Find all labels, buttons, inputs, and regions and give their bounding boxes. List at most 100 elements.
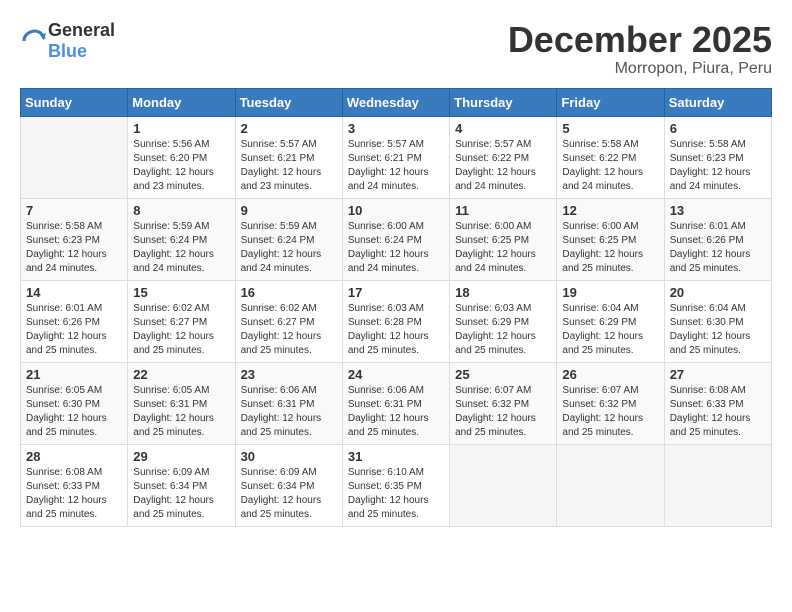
calendar-week-row: 14Sunrise: 6:01 AMSunset: 6:26 PMDayligh… (21, 280, 772, 362)
weekday-header-cell: Tuesday (235, 88, 342, 116)
day-info: Sunrise: 6:02 AMSunset: 6:27 PMDaylight:… (241, 302, 337, 358)
day-info: Sunrise: 5:58 AMSunset: 6:23 PMDaylight:… (670, 138, 766, 194)
calendar-day-cell: 7Sunrise: 5:58 AMSunset: 6:23 PMDaylight… (21, 198, 128, 280)
day-number: 26 (562, 367, 658, 382)
calendar-day-cell: 19 Sunrise: 6:04 AMSunset: 6:29 PMDayligh… (557, 280, 664, 362)
day-info: Sunrise: 6:00 AMSunset: 6:24 PMDaylight:… (348, 220, 444, 276)
day-number: 17 (348, 285, 444, 300)
weekday-header-cell: Monday (128, 88, 235, 116)
calendar-table: SundayMondayTuesdayWednesdayThursdayFrid… (20, 88, 772, 527)
day-number: 27 (670, 367, 766, 382)
day-info: Sunrise: 5:57 AMSunset: 6:22 PMDaylight:… (455, 138, 551, 194)
day-info: Sunrise: 6:01 AMSunset: 6:26 PMDaylight:… (670, 220, 766, 276)
day-number: 8 (133, 203, 229, 218)
calendar-day-cell: 23 Sunrise: 6:06 AMSunset: 6:31 PMDayligh… (235, 362, 342, 444)
logo-icon (20, 27, 48, 55)
day-number: 28 (26, 449, 122, 464)
day-info: Sunrise: 5:59 AMSunset: 6:24 PMDaylight:… (133, 220, 229, 276)
calendar-day-cell: 21 Sunrise: 6:05 AMSunset: 6:30 PMDayligh… (21, 362, 128, 444)
calendar-day-cell: 11 Sunrise: 6:00 AMSunset: 6:25 PMDayligh… (450, 198, 557, 280)
day-info: Sunrise: 5:57 AMSunset: 6:21 PMDaylight:… (348, 138, 444, 194)
day-info: Sunrise: 6:09 AMSunset: 6:34 PMDaylight:… (133, 466, 229, 522)
calendar-week-row: 1 Sunrise: 5:56 AMSunset: 6:20 PMDaylight… (21, 116, 772, 198)
calendar-day-cell: 18 Sunrise: 6:03 AMSunset: 6:29 PMDayligh… (450, 280, 557, 362)
location-title: Morropon, Piura, Peru (508, 60, 772, 78)
day-info: Sunrise: 6:00 AMSunset: 6:25 PMDaylight:… (455, 220, 551, 276)
day-info: Sunrise: 6:04 AMSunset: 6:29 PMDaylight:… (562, 302, 658, 358)
day-info: Sunrise: 5:57 AMSunset: 6:21 PMDaylight:… (241, 138, 337, 194)
day-number: 4 (455, 121, 551, 136)
day-number: 15 (133, 285, 229, 300)
day-info: Sunrise: 6:05 AMSunset: 6:30 PMDaylight:… (26, 384, 122, 440)
day-number: 24 (348, 367, 444, 382)
calendar-day-cell: 2 Sunrise: 5:57 AMSunset: 6:21 PMDaylight… (235, 116, 342, 198)
day-info: Sunrise: 5:58 AMSunset: 6:23 PMDaylight:… (26, 220, 122, 276)
day-info: Sunrise: 6:02 AMSunset: 6:27 PMDaylight:… (133, 302, 229, 358)
day-number: 12 (562, 203, 658, 218)
day-info: Sunrise: 6:03 AMSunset: 6:29 PMDaylight:… (455, 302, 551, 358)
day-info: Sunrise: 6:03 AMSunset: 6:28 PMDaylight:… (348, 302, 444, 358)
calendar-week-row: 21 Sunrise: 6:05 AMSunset: 6:30 PMDayligh… (21, 362, 772, 444)
calendar-day-cell: 14Sunrise: 6:01 AMSunset: 6:26 PMDayligh… (21, 280, 128, 362)
calendar-day-cell: 24Sunrise: 6:06 AMSunset: 6:31 PMDayligh… (342, 362, 449, 444)
calendar-week-row: 7Sunrise: 5:58 AMSunset: 6:23 PMDaylight… (21, 198, 772, 280)
month-title: December 2025 (508, 20, 772, 60)
calendar-day-cell: 29 Sunrise: 6:09 AMSunset: 6:34 PMDayligh… (128, 444, 235, 526)
day-number: 20 (670, 285, 766, 300)
day-number: 30 (241, 449, 337, 464)
calendar-day-cell: 27 Sunrise: 6:08 AMSunset: 6:33 PMDayligh… (664, 362, 771, 444)
day-info: Sunrise: 6:08 AMSunset: 6:33 PMDaylight:… (26, 466, 122, 522)
day-number: 3 (348, 121, 444, 136)
calendar-day-cell (664, 444, 771, 526)
weekday-header-cell: Thursday (450, 88, 557, 116)
calendar-body: 1 Sunrise: 5:56 AMSunset: 6:20 PMDaylight… (21, 116, 772, 526)
day-number: 10 (348, 203, 444, 218)
day-info: Sunrise: 5:56 AMSunset: 6:20 PMDaylight:… (133, 138, 229, 194)
day-info: Sunrise: 6:05 AMSunset: 6:31 PMDaylight:… (133, 384, 229, 440)
day-info: Sunrise: 6:07 AMSunset: 6:32 PMDaylight:… (455, 384, 551, 440)
day-number: 16 (241, 285, 337, 300)
day-info: Sunrise: 6:06 AMSunset: 6:31 PMDaylight:… (241, 384, 337, 440)
day-number: 23 (241, 367, 337, 382)
day-number: 5 (562, 121, 658, 136)
calendar-day-cell: 30Sunrise: 6:09 AMSunset: 6:34 PMDayligh… (235, 444, 342, 526)
day-number: 1 (133, 121, 229, 136)
day-number: 9 (241, 203, 337, 218)
calendar-day-cell: 6 Sunrise: 5:58 AMSunset: 6:23 PMDaylight… (664, 116, 771, 198)
calendar-day-cell: 8 Sunrise: 5:59 AMSunset: 6:24 PMDaylight… (128, 198, 235, 280)
day-info: Sunrise: 6:07 AMSunset: 6:32 PMDaylight:… (562, 384, 658, 440)
day-number: 21 (26, 367, 122, 382)
calendar-day-cell: 13Sunrise: 6:01 AMSunset: 6:26 PMDayligh… (664, 198, 771, 280)
day-number: 25 (455, 367, 551, 382)
day-info: Sunrise: 6:04 AMSunset: 6:30 PMDaylight:… (670, 302, 766, 358)
day-number: 6 (670, 121, 766, 136)
day-number: 31 (348, 449, 444, 464)
weekday-header-cell: Saturday (664, 88, 771, 116)
calendar-day-cell: 1 Sunrise: 5:56 AMSunset: 6:20 PMDaylight… (128, 116, 235, 198)
logo: General Blue (20, 20, 115, 61)
logo-blue: Blue (48, 41, 115, 62)
day-info: Sunrise: 5:59 AMSunset: 6:24 PMDaylight:… (241, 220, 337, 276)
calendar-day-cell: 5 Sunrise: 5:58 AMSunset: 6:22 PMDaylight… (557, 116, 664, 198)
day-info: Sunrise: 5:58 AMSunset: 6:22 PMDaylight:… (562, 138, 658, 194)
day-number: 14 (26, 285, 122, 300)
calendar-day-cell: 20 Sunrise: 6:04 AMSunset: 6:30 PMDayligh… (664, 280, 771, 362)
weekday-header-cell: Friday (557, 88, 664, 116)
title-area: December 2025 Morropon, Piura, Peru (508, 20, 772, 78)
day-info: Sunrise: 6:08 AMSunset: 6:33 PMDaylight:… (670, 384, 766, 440)
calendar-day-cell (21, 116, 128, 198)
day-number: 18 (455, 285, 551, 300)
calendar-day-cell: 10 Sunrise: 6:00 AMSunset: 6:24 PMDayligh… (342, 198, 449, 280)
day-info: Sunrise: 6:10 AMSunset: 6:35 PMDaylight:… (348, 466, 444, 522)
calendar-day-cell: 16 Sunrise: 6:02 AMSunset: 6:27 PMDayligh… (235, 280, 342, 362)
day-number: 19 (562, 285, 658, 300)
day-number: 11 (455, 203, 551, 218)
page-header: General Blue December 2025 Morropon, Piu… (20, 20, 772, 78)
calendar-day-cell: 17 Sunrise: 6:03 AMSunset: 6:28 PMDayligh… (342, 280, 449, 362)
day-number: 2 (241, 121, 337, 136)
day-number: 29 (133, 449, 229, 464)
calendar-day-cell: 12Sunrise: 6:00 AMSunset: 6:25 PMDayligh… (557, 198, 664, 280)
weekday-header-cell: Wednesday (342, 88, 449, 116)
calendar-day-cell: 26 Sunrise: 6:07 AMSunset: 6:32 PMDayligh… (557, 362, 664, 444)
calendar-day-cell: 4 Sunrise: 5:57 AMSunset: 6:22 PMDaylight… (450, 116, 557, 198)
